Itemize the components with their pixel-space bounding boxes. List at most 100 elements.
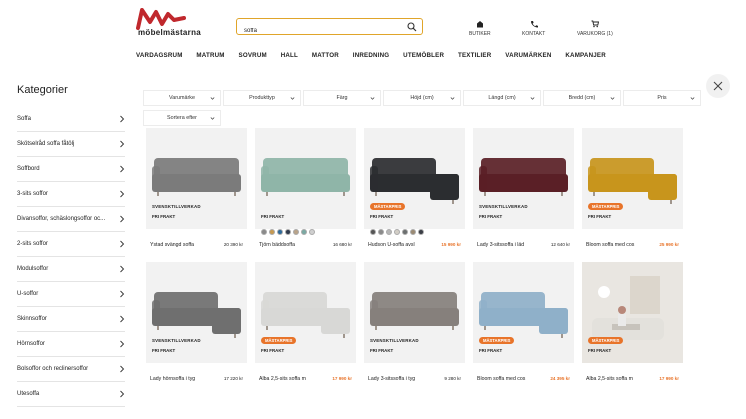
- badge-fri-frakt: FRI FRAKT: [479, 348, 503, 353]
- header-link-label: KONTAKT: [522, 31, 546, 37]
- nav-item-hall[interactable]: HALL: [281, 52, 298, 62]
- header-link-cart[interactable]: VARUKORG (1): [577, 20, 613, 37]
- product-name[interactable]: Ystad svängd soffa: [150, 242, 194, 248]
- product-card[interactable]: SVENSKTILLVERKAD FRI FRAKT Lady 3-sitssoff…: [364, 262, 465, 388]
- filter-dropdown[interactable]: Längd (cm): [463, 90, 541, 106]
- header-link-contact[interactable]: KONTAKT: [522, 20, 545, 37]
- search-box[interactable]: [236, 18, 423, 39]
- product-name[interactable]: Bloom soffa med cos: [477, 376, 525, 382]
- product-name[interactable]: Alba 2,5-sits soffa m: [586, 376, 633, 382]
- nav-item-varumarken[interactable]: VARUMÄRKEN: [505, 52, 551, 62]
- nav-item-matrum[interactable]: MATRUM: [196, 52, 224, 62]
- product-name[interactable]: Hudson U-soffa avsl: [368, 242, 415, 248]
- product-image-box[interactable]: SVENSKTILLVERKAD FRI FRAKT: [473, 128, 574, 229]
- nav-item-vardagsrum[interactable]: VARDAGSRUM: [136, 52, 183, 62]
- color-swatch[interactable]: [309, 229, 315, 235]
- product-image-box[interactable]: SVENSKTILLVERKAD FRI FRAKT: [146, 128, 247, 229]
- product-image-box[interactable]: MÄSTARPRIS FRI FRAKT: [364, 128, 465, 229]
- sidebar-category-item[interactable]: Skinnsoffor: [17, 307, 125, 332]
- product-name[interactable]: Lady 3-sitssoffa i tyg: [368, 376, 415, 382]
- sidebar-category-item[interactable]: Bolsoffor och reclinersoffor: [17, 357, 125, 382]
- badge-mastarpris: MÄSTARPRIS: [588, 203, 624, 210]
- color-swatch[interactable]: [261, 229, 267, 235]
- nav-item-textilier[interactable]: TEXTILIER: [458, 52, 491, 62]
- product-image-box[interactable]: MÄSTARPRIS FRI FRAKT: [582, 128, 683, 229]
- sidebar-category-label: 3-sits soffor: [17, 191, 48, 197]
- chevron-right-icon: [120, 165, 125, 173]
- nav-item-utemobler[interactable]: UTEMÖBLER: [403, 52, 444, 62]
- sidebar-category-item[interactable]: Divansoffor, schäslongsoffor oc...: [17, 207, 125, 232]
- badge-fri-frakt: FRI FRAKT: [152, 214, 176, 219]
- product-image-box[interactable]: FRI FRAKT: [255, 128, 356, 229]
- nav-item-kampanjer[interactable]: KAMPANJER: [565, 52, 606, 62]
- sidebar-category-label: Utesoffa: [17, 391, 40, 397]
- sidebar-category-item[interactable]: Hörnsoffor: [17, 332, 125, 357]
- sidebar-category-item[interactable]: Skötselråd soffa fåtölj: [17, 132, 125, 157]
- brand-name: möbelmästarna: [138, 28, 202, 37]
- nav-item-mattor[interactable]: MATTOR: [312, 52, 339, 62]
- filter-dropdown[interactable]: Produkttyp: [223, 90, 301, 106]
- filter-dropdown[interactable]: Höjd (cm): [383, 90, 461, 106]
- product-card[interactable]: MÄSTARPRIS FRI FRAKT Hudson U-soffa avsl 15…: [364, 128, 465, 254]
- search-icon[interactable]: [407, 22, 417, 32]
- product-card[interactable]: MÄSTARPRIS FRI FRAKT Alba 2,5-sits soffa m…: [255, 262, 356, 388]
- product-name[interactable]: Bloom soffa med cos: [586, 242, 634, 248]
- filter-dropdown[interactable]: Bredd (cm): [543, 90, 621, 106]
- chevron-right-icon: [120, 215, 125, 223]
- color-swatch[interactable]: [370, 229, 376, 235]
- product-name[interactable]: Lady 3-sitssoffa i läd: [477, 242, 524, 248]
- filter-dropdown[interactable]: Pris: [623, 90, 701, 106]
- product-card[interactable]: FRI FRAKT Tjörn bäddsoffa 16 680 kr: [255, 128, 356, 254]
- sidebar-category-item[interactable]: Soffbord: [17, 157, 125, 182]
- sidebar-category-item[interactable]: Soffa: [17, 107, 125, 132]
- search-input[interactable]: [237, 23, 387, 39]
- product-card[interactable]: MÄSTARPRIS FRI FRAKT Bloom soffa med cos 24…: [473, 262, 574, 388]
- color-swatch[interactable]: [386, 229, 392, 235]
- product-card[interactable]: SVENSKTILLVERKAD FRI FRAKT Lady 3-sitssoff…: [473, 128, 574, 254]
- product-name[interactable]: Lady hörnsoffa i tyg: [150, 376, 195, 382]
- product-price-value: 20 390 kr: [223, 242, 243, 247]
- nav-item-inredning[interactable]: INREDNING: [353, 52, 390, 62]
- product-name[interactable]: Alba 2,5-sits soffa m: [259, 376, 306, 382]
- color-swatch[interactable]: [418, 229, 424, 235]
- product-card[interactable]: SVENSKTILLVERKAD FRI FRAKT Ystad svängd so…: [146, 128, 247, 254]
- color-swatch[interactable]: [378, 229, 384, 235]
- header-link-stores[interactable]: BUTIKER: [469, 20, 491, 37]
- product-card[interactable]: SVENSKTILLVERKAD FRI FRAKT Lady hörnsoffa …: [146, 262, 247, 388]
- filter-dropdown[interactable]: Färg: [303, 90, 381, 106]
- product-price-value: 12 640 kr: [550, 242, 570, 247]
- color-swatch[interactable]: [394, 229, 400, 235]
- color-swatch[interactable]: [410, 229, 416, 235]
- product-image-box[interactable]: MÄSTARPRIS FRI FRAKT: [255, 262, 356, 363]
- color-swatch[interactable]: [402, 229, 408, 235]
- product-price: 24 395 kr: [550, 376, 570, 381]
- filter-dropdown[interactable]: Varumärke: [143, 90, 221, 106]
- sidebar-category-item[interactable]: 2-sits soffor: [17, 232, 125, 257]
- product-price: 17 990 kr: [659, 376, 679, 381]
- filter-dropdown[interactable]: Sortera efter: [143, 110, 221, 126]
- product-name[interactable]: Tjörn bäddsoffa: [259, 242, 295, 248]
- close-icon: [713, 81, 723, 91]
- badge-mastarpris: MÄSTARPRIS: [479, 337, 515, 344]
- color-swatch[interactable]: [285, 229, 291, 235]
- product-image-box[interactable]: MÄSTARPRIS FRI FRAKT: [473, 262, 574, 363]
- close-button[interactable]: [706, 74, 730, 98]
- color-swatch[interactable]: [269, 229, 275, 235]
- sidebar-category-item[interactable]: 3-sits soffor: [17, 182, 125, 207]
- product-card[interactable]: MÄSTARPRIS FRI FRAKT Bloom soffa med cos 25…: [582, 128, 683, 254]
- color-swatch[interactable]: [301, 229, 307, 235]
- sidebar-category-item[interactable]: Utesoffa: [17, 382, 125, 407]
- color-swatch[interactable]: [293, 229, 299, 235]
- color-swatch[interactable]: [277, 229, 283, 235]
- sidebar-category-item[interactable]: Modulsoffor: [17, 257, 125, 282]
- brand-logo[interactable]: möbelmästarna: [136, 6, 201, 37]
- product-image-box[interactable]: SVENSKTILLVERKAD FRI FRAKT: [364, 262, 465, 363]
- product-card[interactable]: MÄSTARPRIS FRI FRAKT Alba 2,5-sits soffa m…: [582, 262, 683, 388]
- badge-fri-frakt: FRI FRAKT: [370, 348, 394, 353]
- sidebar-category-item[interactable]: U-soffor: [17, 282, 125, 307]
- product-image-box[interactable]: SVENSKTILLVERKAD FRI FRAKT: [146, 262, 247, 363]
- filter-label: Höjd (cm): [410, 95, 434, 101]
- product-image-box[interactable]: MÄSTARPRIS FRI FRAKT: [582, 262, 683, 363]
- badge-fri-frakt: FRI FRAKT: [261, 348, 285, 353]
- nav-item-sovrum[interactable]: SOVRUM: [239, 52, 267, 62]
